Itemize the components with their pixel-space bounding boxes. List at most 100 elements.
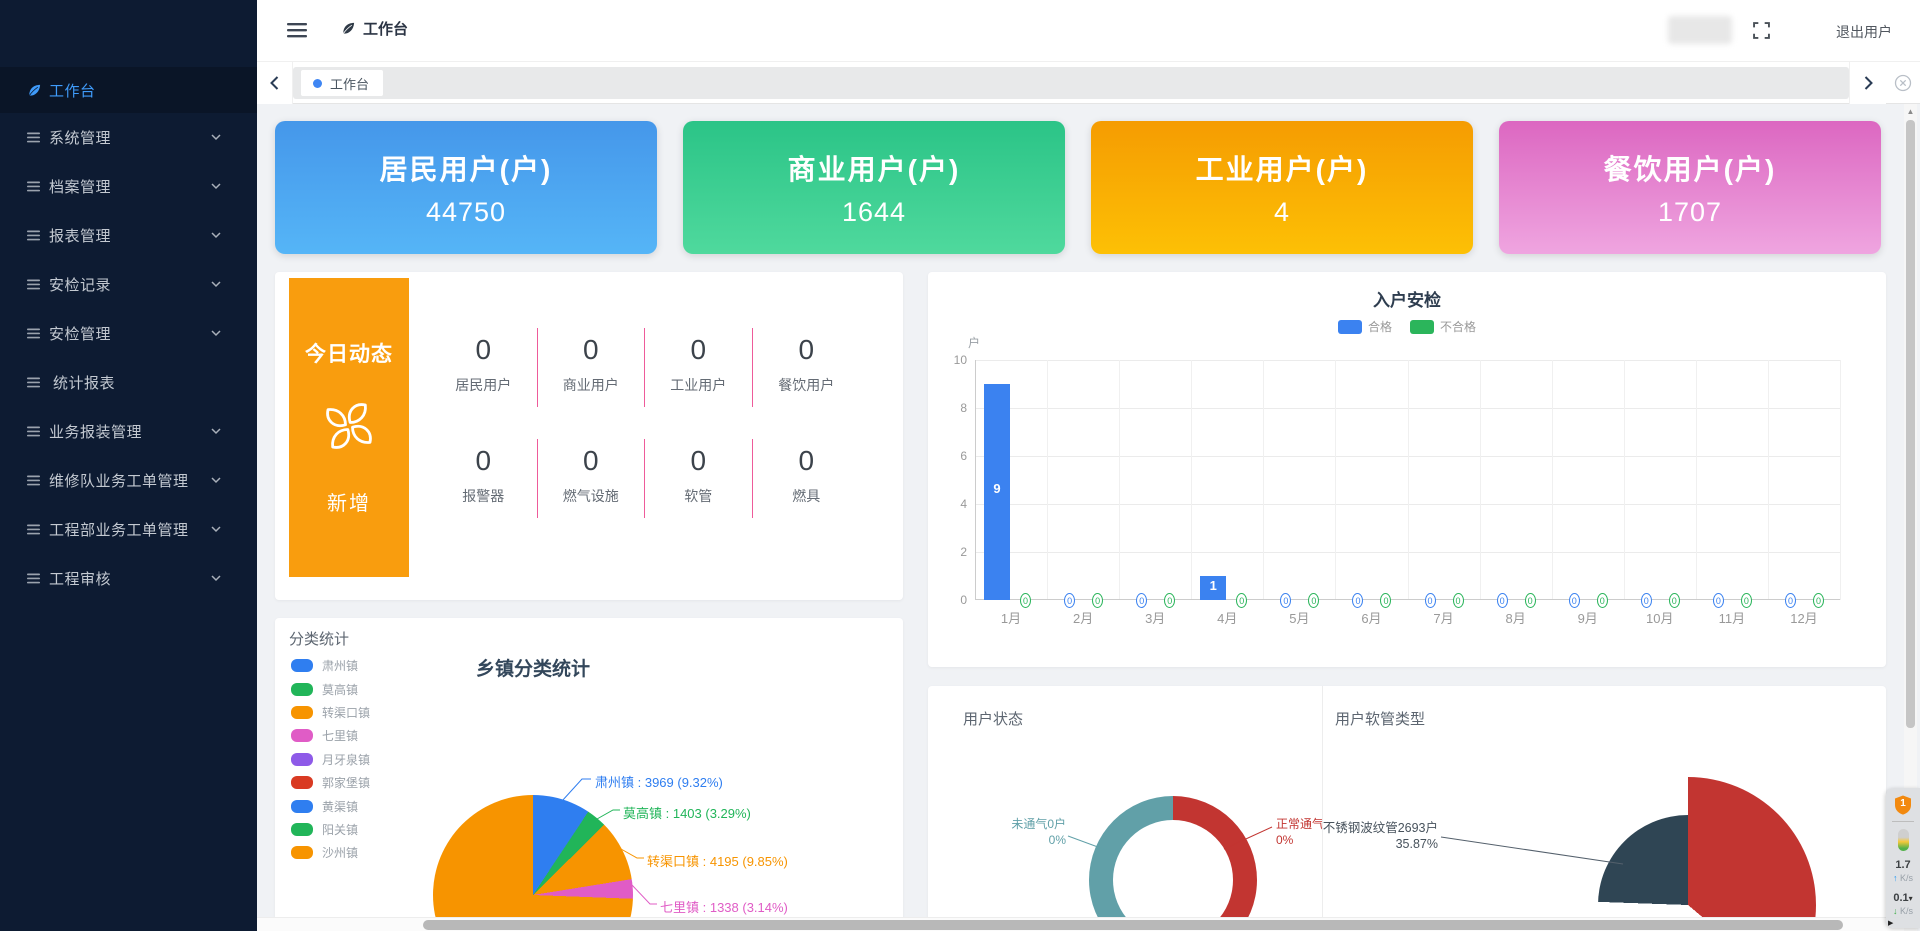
sidebar-item-5[interactable]: 安检管理 [0, 309, 257, 358]
bar-4月-合格: 1 [1200, 576, 1226, 600]
panel-divider [1322, 686, 1323, 931]
net-speed-widget[interactable]: 1 1.7 ↑ K/s 0.1▾ ↓ K/s ▶ [1886, 788, 1920, 928]
y-tick: 6 [937, 449, 967, 463]
chevron-down-icon [211, 134, 221, 141]
capsule-icon[interactable] [1898, 829, 1909, 851]
vertical-scrollbar-thumb[interactable] [1906, 120, 1915, 728]
menu-icon [27, 426, 40, 437]
stat-card-label: 餐饮用户(户) [1604, 148, 1777, 188]
x-tick: 3月 [1125, 608, 1185, 627]
pie-legend-item-七里镇[interactable]: 七里镇 [291, 724, 370, 747]
zero-marker-6月-不合格: 0 [1380, 593, 1391, 608]
zero-marker-8月-不合格: 0 [1525, 593, 1536, 608]
hose-type-title: 用户软管类型 [1335, 708, 1425, 729]
pie-legend-item-肃州镇[interactable]: 肃州镇 [291, 654, 370, 677]
sidebar-item-8[interactable]: 维修队业务工单管理 [0, 456, 257, 505]
menu-icon [27, 132, 40, 143]
tab-scroll-right-button[interactable] [1849, 62, 1886, 104]
shield-icon[interactable]: 1 [1894, 795, 1912, 815]
sidebar-item-1[interactable]: 系统管理 [0, 113, 257, 162]
zero-marker-3月-不合格: 0 [1164, 593, 1175, 608]
today-block-subtitle: 新增 [327, 487, 371, 516]
y-tick: 10 [937, 353, 967, 367]
pie-legend-item-黄渠镇[interactable]: 黄渠镇 [291, 794, 370, 817]
zero-marker-5月-不合格: 0 [1308, 593, 1319, 608]
tab-scroll-left-button[interactable] [257, 62, 293, 104]
sidebar-item-3[interactable]: 报表管理 [0, 211, 257, 260]
tab-close-icon[interactable] [1886, 62, 1920, 104]
sidebar-item-6[interactable]: 统计报表 [0, 358, 257, 407]
stat-card-label: 商业用户(户) [788, 148, 961, 188]
x-tick: 6月 [1341, 608, 1401, 627]
header: 工作台 退出用户 [257, 0, 1920, 62]
x-tick: 7月 [1414, 608, 1474, 627]
legend-item-合格[interactable]: 合格 [1338, 318, 1392, 335]
bar-chart: 02468101月902月003月004月105月006月007月008月009… [975, 360, 1840, 600]
fullscreen-icon[interactable] [1753, 22, 1770, 44]
pie-data-label-肃州镇: 肃州镇 : 3969 (9.32%) [595, 772, 723, 791]
sidebar-item-9[interactable]: 工程部业务工单管理 [0, 505, 257, 554]
zero-marker-3月-合格: 0 [1136, 593, 1147, 608]
today-stat-燃具: 0燃具 [753, 439, 861, 518]
chevron-down-icon [211, 428, 221, 435]
chevron-down-icon [211, 526, 221, 533]
today-stat-商业用户: 0商业用户 [538, 328, 646, 407]
zero-marker-7月-合格: 0 [1425, 593, 1436, 608]
stat-card-value: 44750 [426, 197, 506, 228]
stat-card-3: 餐饮用户(户)1707 [1499, 121, 1881, 254]
inspection-chart-panel: 入户安检 合格不合格 户 02468101月902月003月004月105月00… [928, 272, 1886, 667]
sidebar-item-label: 工程部业务工单管理 [49, 519, 189, 540]
zero-marker-11月-合格: 0 [1713, 593, 1724, 608]
pie-data-label-转渠口镇: 转渠口镇 : 4195 (9.85%) [647, 851, 788, 870]
pie-legend-item-月牙泉镇[interactable]: 月牙泉镇 [291, 748, 370, 771]
x-tick: 4月 [1197, 608, 1257, 627]
tab-workbench[interactable]: 工作台 [301, 70, 383, 96]
chevron-down-icon [211, 183, 221, 190]
hamburger-menu-icon[interactable] [287, 23, 307, 43]
expand-arrow-icon[interactable]: ▶ [1888, 919, 1893, 927]
stat-card-label: 居民用户(户) [380, 148, 553, 188]
chart-title: 入户安检 [928, 286, 1886, 311]
menu-icon [27, 377, 40, 388]
user-status-title: 用户状态 [963, 708, 1023, 729]
horizontal-scrollbar[interactable] [257, 917, 1904, 931]
x-tick: 2月 [1053, 608, 1113, 627]
today-stat-餐饮用户: 0餐饮用户 [753, 328, 861, 407]
panel-caption: 分类统计 [289, 628, 349, 649]
chart-legend: 合格 不合格 [928, 318, 1886, 335]
sidebar-item-4[interactable]: 安检记录 [0, 260, 257, 309]
pie-legend-item-阳关镇[interactable]: 阳关镇 [291, 818, 370, 841]
pie-data-label-莫高镇: 莫高镇 : 1403 (3.29%) [623, 803, 751, 822]
menu-icon [27, 475, 40, 486]
chevron-down-icon [211, 281, 221, 288]
pie-legend-item-莫高镇[interactable]: 莫高镇 [291, 677, 370, 700]
sidebar-item-7[interactable]: 业务报装管理 [0, 407, 257, 456]
logout-button[interactable]: 退出用户 [1836, 22, 1892, 42]
stat-card-label: 工业用户(户) [1196, 148, 1369, 188]
today-block: 今日动态 新增 [289, 278, 409, 577]
pie-legend-item-沙州镇[interactable]: 沙州镇 [291, 841, 370, 864]
menu-icon [27, 328, 40, 339]
sidebar-item-10[interactable]: 工程审核 [0, 554, 257, 603]
x-tick: 9月 [1558, 608, 1618, 627]
horizontal-scrollbar-thumb[interactable] [423, 920, 1843, 930]
scroll-up-arrow-icon[interactable]: ▲ [1904, 107, 1917, 116]
menu-icon [27, 279, 40, 290]
legend-item-不合格[interactable]: 不合格 [1410, 318, 1476, 335]
today-stat-居民用户: 0居民用户 [430, 328, 538, 407]
y-tick: 0 [937, 593, 967, 607]
zero-marker-8月-合格: 0 [1497, 593, 1508, 608]
sidebar-item-0[interactable]: 工作台 [0, 67, 257, 113]
sidebar-item-label: 报表管理 [49, 225, 111, 246]
zero-marker-5月-合格: 0 [1280, 593, 1291, 608]
x-tick: 5月 [1269, 608, 1329, 627]
tab-strip: 工作台 [293, 67, 1849, 99]
pie-legend-item-转渠口镇[interactable]: 转渠口镇 [291, 701, 370, 724]
menu-icon [27, 181, 40, 192]
pie-legend-item-郭家堡镇[interactable]: 郭家堡镇 [291, 771, 370, 794]
zero-marker-10月-合格: 0 [1641, 593, 1652, 608]
sidebar-item-label: 安检记录 [49, 274, 111, 295]
sidebar-item-label: 工作台 [49, 80, 96, 101]
sidebar-item-2[interactable]: 档案管理 [0, 162, 257, 211]
sidebar: 工作台系统管理档案管理报表管理安检记录安检管理统计报表业务报装管理维修队业务工单… [0, 0, 257, 931]
